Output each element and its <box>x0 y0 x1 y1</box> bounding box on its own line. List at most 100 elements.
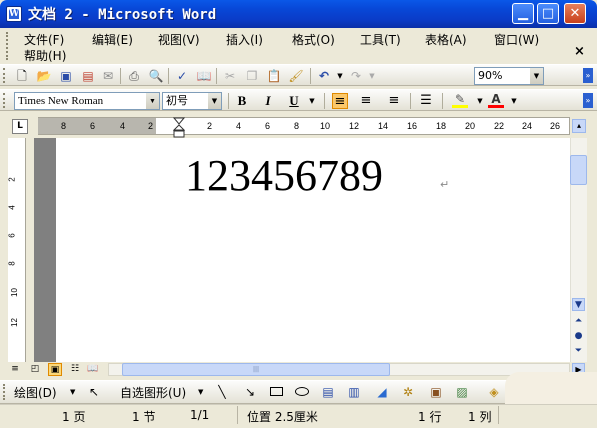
line-icon[interactable]: ╲ <box>214 384 230 400</box>
word-app-icon[interactable]: W <box>6 6 22 22</box>
clipart-icon[interactable]: ▣ <box>428 384 444 400</box>
redo-icon[interactable]: ↷ <box>348 68 364 84</box>
copy-icon[interactable]: ❐ <box>244 68 260 84</box>
minimize-button[interactable]: ▁ <box>512 3 534 24</box>
textbox-icon[interactable]: ▤ <box>320 384 336 400</box>
underline-dropdown-icon[interactable]: ▼ <box>304 93 320 109</box>
autoshapes-button[interactable]: 自选图形(U) <box>120 384 186 401</box>
zoom-select[interactable]: 90% ▼ <box>474 67 544 85</box>
permission-icon[interactable]: ▤ <box>80 68 96 84</box>
size-dropdown-icon[interactable]: ▼ <box>208 93 221 109</box>
spelling-icon[interactable]: ✓ <box>174 68 190 84</box>
format-painter-icon[interactable]: 🖌 <box>288 68 304 84</box>
menu-file[interactable]: 文件(F) <box>24 31 64 48</box>
oval-icon[interactable] <box>294 384 310 400</box>
watermark-decoration <box>505 372 597 408</box>
ruler-tick: 18 <box>436 121 447 131</box>
font-color-icon[interactable]: A <box>488 93 504 109</box>
menu-grip[interactable] <box>6 32 10 60</box>
select-arrow-icon[interactable]: ↖ <box>86 384 102 400</box>
ruler-toggle-button[interactable]: ▴ <box>572 119 586 133</box>
font-dropdown-icon[interactable]: ▼ <box>146 93 159 109</box>
ruler-tick: 2 <box>148 121 154 131</box>
document-text[interactable]: 123456789 <box>185 150 383 201</box>
vruler-tick: 12 <box>9 318 19 327</box>
toolbar-options-icon[interactable]: » <box>583 68 593 83</box>
tab-selector[interactable]: L <box>12 119 28 134</box>
fill-color-icon[interactable]: ◈ <box>486 384 502 400</box>
vertical-ruler[interactable] <box>8 138 26 362</box>
wordart-icon[interactable]: ◢ <box>374 384 390 400</box>
app-icon-letter: W <box>9 9 20 19</box>
ruler-tick: 16 <box>407 121 418 131</box>
toolbar-grip[interactable] <box>3 384 7 400</box>
menu-table[interactable]: 表格(A) <box>425 31 467 48</box>
font-color-dropdown-icon[interactable]: ▼ <box>506 93 522 109</box>
menu-edit[interactable]: 编辑(E) <box>92 31 133 48</box>
normal-view-icon[interactable]: ≡ <box>8 363 22 376</box>
menu-insert[interactable]: 插入(I) <box>226 31 263 48</box>
highlight-dropdown-icon[interactable]: ▼ <box>472 93 488 109</box>
document-close-button[interactable]: × <box>574 44 585 59</box>
draw-dropdown-icon[interactable]: ▼ <box>70 388 75 396</box>
line-spacing-icon[interactable]: ☰ <box>418 93 434 109</box>
diagram-icon[interactable]: ✲ <box>400 384 416 400</box>
toolbar-grip[interactable] <box>3 68 7 83</box>
reading-layout-view-icon[interactable]: 📖 <box>86 363 100 376</box>
select-browse-object-button[interactable]: ● <box>572 330 585 343</box>
redo-dropdown-icon[interactable]: ▼ <box>364 68 380 84</box>
align-center-button[interactable]: ≡ <box>358 93 374 109</box>
font-name-select[interactable]: Times New Roman ▼ <box>14 92 160 110</box>
open-icon[interactable]: 📂 <box>36 68 52 84</box>
draw-menu-button[interactable]: 绘图(D) <box>14 384 57 401</box>
close-button[interactable]: ✕ <box>564 3 586 24</box>
highlight-icon[interactable]: ✎ <box>452 93 468 109</box>
toolbar-options-icon[interactable]: » <box>583 93 593 108</box>
outline-view-icon[interactable]: ☷ <box>68 363 82 376</box>
save-icon[interactable]: ▣ <box>58 68 74 84</box>
research-icon[interactable]: 📖 <box>196 68 212 84</box>
email-icon[interactable]: ✉ <box>100 68 116 84</box>
bold-button[interactable]: B <box>234 93 250 109</box>
web-layout-view-icon[interactable]: ◰ <box>28 363 42 376</box>
vruler-tick: 2 <box>7 177 17 182</box>
print-layout-view-icon[interactable]: ▣ <box>48 363 62 376</box>
undo-dropdown-icon[interactable]: ▼ <box>332 68 348 84</box>
ruler-tick: 8 <box>294 121 300 131</box>
next-page-button[interactable]: ⏷ <box>572 345 585 358</box>
previous-page-button[interactable]: ⏶ <box>572 315 585 328</box>
cut-icon[interactable]: ✂ <box>222 68 238 84</box>
ruler-margin <box>38 118 156 134</box>
menu-window[interactable]: 窗口(W) <box>494 31 539 48</box>
toolbar-grip[interactable] <box>3 93 7 108</box>
menu-help[interactable]: 帮助(H) <box>24 47 66 64</box>
menu-view[interactable]: 视图(V) <box>158 31 200 48</box>
rectangle-icon[interactable] <box>268 384 284 400</box>
font-size-select[interactable]: 初号 ▼ <box>162 92 222 110</box>
underline-button[interactable]: U <box>286 93 302 109</box>
align-right-button[interactable]: ≡ <box>386 93 402 109</box>
print-icon[interactable]: ⎙ <box>126 68 142 84</box>
paste-icon[interactable]: 📋 <box>266 68 282 84</box>
horizontal-scroll-thumb[interactable]: ||| <box>122 363 390 376</box>
vertical-scroll-thumb[interactable] <box>570 155 587 185</box>
arrow-icon[interactable]: ↘ <box>242 384 258 400</box>
indent-marker[interactable] <box>172 117 186 139</box>
menu-format[interactable]: 格式(O) <box>292 31 335 48</box>
italic-button[interactable]: I <box>260 93 276 109</box>
undo-icon[interactable]: ↶ <box>316 68 332 84</box>
formatting-toolbar: Times New Roman ▼ 初号 ▼ B I U ▼ ≡ ≡ ≡ ☰ ✎ ▼… <box>0 89 597 111</box>
picture-icon[interactable]: ▨ <box>454 384 470 400</box>
menu-tools[interactable]: 工具(T) <box>360 31 401 48</box>
autoshapes-dropdown-icon[interactable]: ▼ <box>198 388 203 396</box>
ruler-tick: 6 <box>90 121 96 131</box>
print-preview-icon[interactable]: 🔍 <box>148 68 164 84</box>
ruler-tick: 26 <box>550 121 561 131</box>
align-left-button[interactable]: ≡ <box>332 93 348 109</box>
ruler-tick: 20 <box>465 121 476 131</box>
vertical-textbox-icon[interactable]: ▥ <box>346 384 362 400</box>
maximize-button[interactable]: □ <box>537 3 559 24</box>
new-icon[interactable]: 🗋 <box>14 68 30 84</box>
scroll-down-button[interactable]: ▼ <box>572 298 585 311</box>
zoom-dropdown-icon[interactable]: ▼ <box>530 68 543 84</box>
